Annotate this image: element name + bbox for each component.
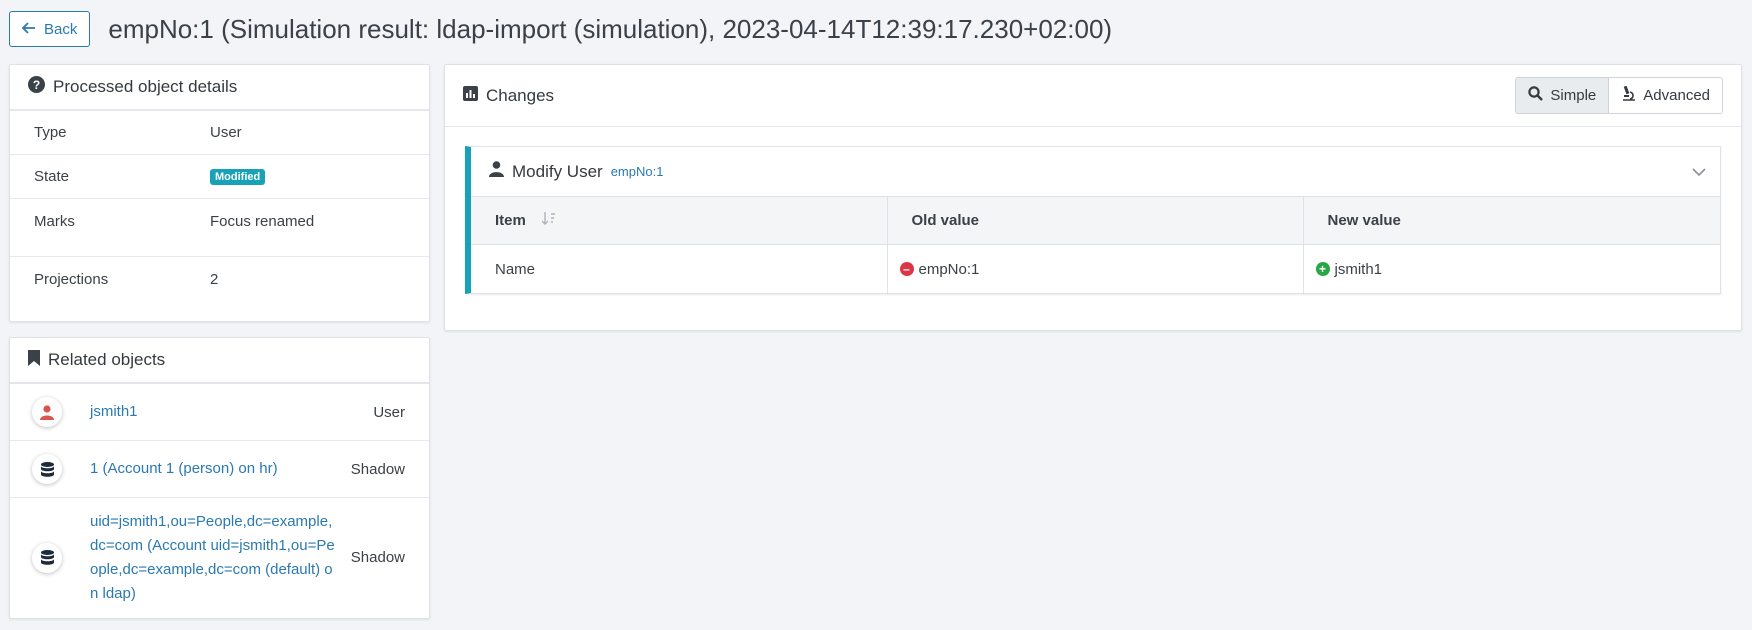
old-value-cell: – empNo:1 [886, 244, 1303, 294]
simple-label: Simple [1550, 87, 1597, 104]
detail-row-projections: Projections 2 [10, 257, 429, 301]
sort-icon[interactable] [541, 212, 556, 229]
user-icon [32, 397, 62, 427]
detail-key: Type [34, 124, 67, 141]
delta-header[interactable]: Modify User empNo:1 [471, 147, 1720, 196]
table-row: Name – empNo:1 + jsmith1 [471, 244, 1720, 294]
simple-view-button[interactable]: Simple [1516, 78, 1610, 113]
related-item-link[interactable]: uid=jsmith1,ou=People,dc=example,dc=com … [90, 510, 335, 606]
detail-row-type: Type User [10, 111, 429, 155]
new-value: jsmith1 [1334, 260, 1383, 278]
new-value-cell: + jsmith1 [1302, 244, 1720, 294]
advanced-view-button[interactable]: Advanced [1609, 78, 1722, 113]
database-icon [32, 542, 62, 573]
chart-icon [463, 85, 478, 106]
view-mode-toggle: Simple Advanced [1515, 77, 1723, 114]
delta-panel: Modify User empNo:1 Item Old value New v… [465, 146, 1721, 294]
back-button[interactable]: Back [9, 11, 91, 47]
related-objects-card: Related objects jsmith1 User 1 (Account … [9, 337, 430, 619]
changes-card-title: Changes [486, 85, 555, 105]
column-header-old-value: Old value [886, 196, 1303, 245]
page-header: Back empNo:1 (Simulation result: ldap-im… [9, 11, 1742, 47]
details-card-title: Processed object details [53, 77, 238, 96]
detail-value: 2 [210, 270, 219, 288]
database-icon [32, 454, 62, 484]
user-icon [489, 161, 504, 182]
page-title: empNo:1 (Simulation result: ldap-import … [108, 13, 1113, 44]
minus-circle-icon: – [899, 262, 914, 277]
arrow-left-icon [21, 21, 36, 38]
back-label: Back [44, 20, 78, 38]
delta-oid-link[interactable]: empNo:1 [611, 164, 664, 179]
changes-card: Changes Simple Advanced Modify User empN… [444, 64, 1742, 331]
plus-circle-icon: + [1315, 262, 1330, 277]
changes-card-header: Changes Simple Advanced [445, 65, 1741, 127]
related-item[interactable]: jsmith1 User [10, 384, 429, 441]
chevron-down-icon[interactable] [1692, 162, 1706, 182]
item-cell: Name [495, 260, 536, 278]
question-circle-icon: ? [28, 76, 45, 98]
related-item-type: Shadow [350, 460, 405, 478]
column-header-new-value: New value [1302, 196, 1720, 245]
related-item-type: User [373, 403, 405, 421]
detail-value: User [210, 124, 242, 141]
changes-table: Item Old value New value Name – empNo:1 … [471, 196, 1720, 294]
related-item[interactable]: 1 (Account 1 (person) on hr) Shadow [10, 441, 429, 498]
status-badge: Modified [210, 168, 266, 185]
search-icon [1528, 86, 1544, 105]
related-item-link[interactable]: 1 (Account 1 (person) on hr) [90, 457, 335, 481]
processed-object-details-card: ? Processed object details Type User Sta… [9, 64, 430, 322]
delta-title: Modify User [512, 161, 603, 181]
related-item[interactable]: uid=jsmith1,ou=People,dc=example,dc=com … [10, 498, 429, 617]
column-header-item[interactable]: Item [471, 196, 887, 245]
related-item-type: Shadow [350, 549, 405, 566]
svg-text:?: ? [33, 78, 40, 92]
related-item-link[interactable]: jsmith1 [90, 400, 335, 424]
detail-key: Projections [34, 270, 109, 288]
detail-row-marks: Marks Focus renamed [10, 199, 429, 257]
microscope-icon [1621, 85, 1636, 105]
detail-value: Focus renamed [210, 213, 315, 230]
related-card-title: Related objects [48, 350, 166, 369]
related-card-header: Related objects [10, 338, 429, 384]
details-card-header: ? Processed object details [10, 65, 429, 111]
old-value: empNo:1 [918, 260, 980, 278]
detail-key: Marks [34, 213, 75, 230]
detail-row-state: State Modified [10, 155, 429, 199]
bookmark-icon [28, 349, 40, 371]
advanced-label: Advanced [1643, 87, 1710, 104]
detail-key: State [34, 168, 70, 185]
